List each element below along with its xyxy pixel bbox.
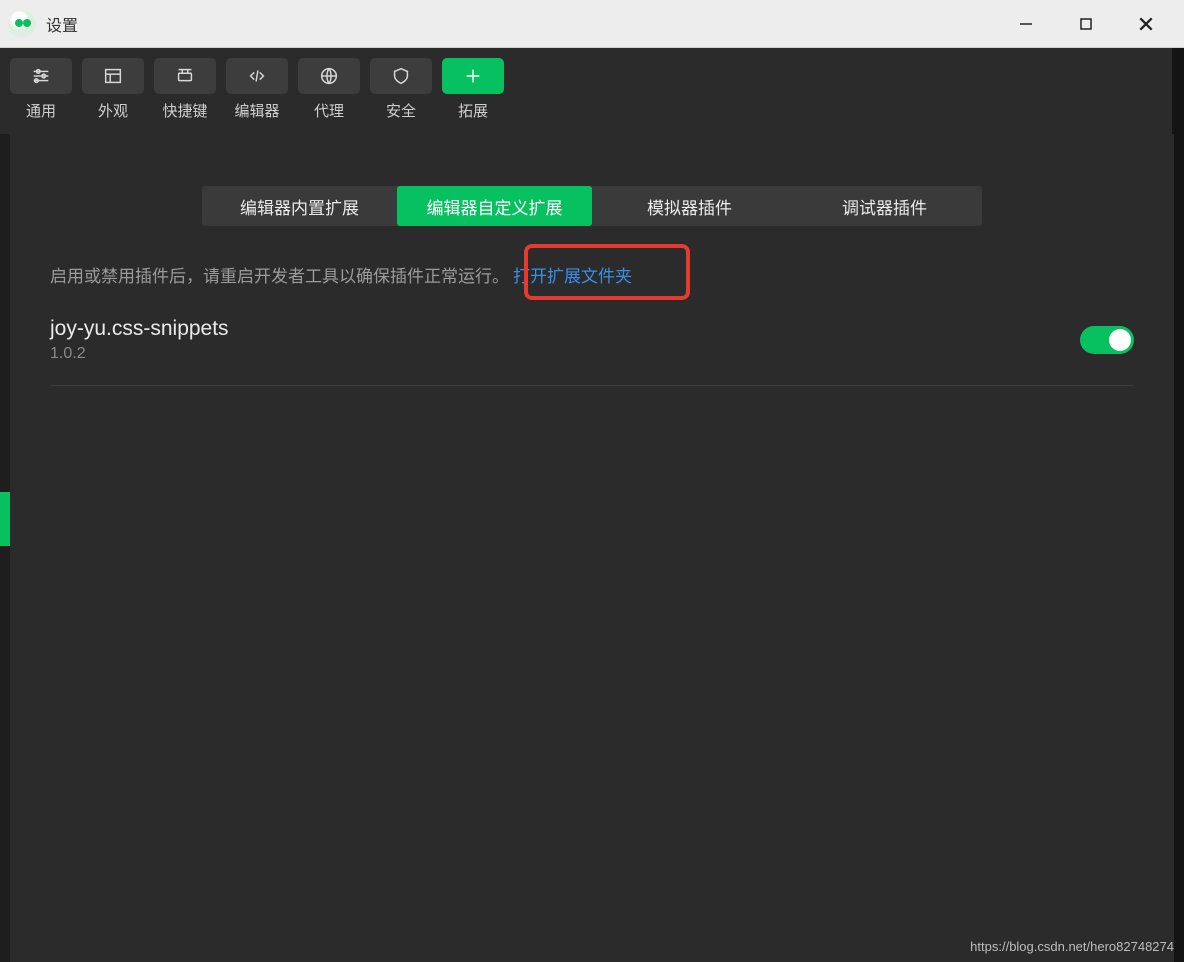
- minimize-icon: [1019, 17, 1033, 31]
- tab-general[interactable]: 通用: [10, 58, 72, 121]
- content-pane: 编辑器内置扩展 编辑器自定义扩展 模拟器插件 调试器插件 启用或禁用插件后，请重…: [10, 134, 1174, 962]
- tab-editor[interactable]: 编辑器: [226, 58, 288, 121]
- close-button[interactable]: [1116, 0, 1176, 48]
- hint-row: 启用或禁用插件后，请重启开发者工具以确保插件正常运行。 打开扩展文件夹: [50, 262, 1134, 287]
- shield-icon: [370, 58, 432, 94]
- keyboard-icon: [154, 58, 216, 94]
- tab-label: 安全: [386, 100, 416, 121]
- tab-label: 编辑器: [234, 100, 279, 121]
- minimize-button[interactable]: [996, 0, 1056, 48]
- subtab-custom[interactable]: 编辑器自定义扩展: [397, 186, 592, 226]
- layout-icon: [82, 58, 144, 94]
- sliders-icon: [10, 58, 72, 94]
- tab-proxy[interactable]: 代理: [298, 58, 360, 121]
- subtab-builtin[interactable]: 编辑器内置扩展: [202, 186, 397, 226]
- maximize-button[interactable]: [1056, 0, 1116, 48]
- maximize-icon: [1079, 17, 1093, 31]
- plus-icon: [442, 58, 504, 94]
- window-title: 设置: [46, 12, 78, 36]
- toggle-knob: [1109, 329, 1131, 351]
- tab-label: 代理: [314, 100, 344, 121]
- tab-label: 外观: [98, 100, 128, 121]
- titlebar: 设置: [0, 0, 1184, 48]
- tab-shortcuts[interactable]: 快捷键: [154, 58, 216, 121]
- watermark-text: https://blog.csdn.net/hero82748274: [970, 939, 1174, 954]
- subtabs: 编辑器内置扩展 编辑器自定义扩展 模拟器插件 调试器插件: [202, 186, 982, 226]
- extension-row: joy-yu.css-snippets 1.0.2: [50, 317, 1134, 386]
- extension-version: 1.0.2: [50, 345, 229, 363]
- tab-label: 通用: [26, 100, 56, 121]
- subtab-debugger[interactable]: 调试器插件: [787, 186, 982, 226]
- open-extensions-folder-link[interactable]: 打开扩展文件夹: [513, 262, 632, 287]
- tab-security[interactable]: 安全: [370, 58, 432, 121]
- globe-icon: [298, 58, 360, 94]
- close-icon: [1138, 16, 1154, 32]
- tab-label: 拓展: [458, 100, 488, 121]
- extension-name: joy-yu.css-snippets: [50, 317, 229, 341]
- code-icon: [226, 58, 288, 94]
- extension-toggle[interactable]: [1080, 326, 1134, 354]
- tab-label: 快捷键: [162, 100, 207, 121]
- app-icon: [8, 10, 36, 38]
- tab-extensions[interactable]: 拓展: [442, 58, 504, 121]
- subtab-simulator[interactable]: 模拟器插件: [592, 186, 787, 226]
- tab-appearance[interactable]: 外观: [82, 58, 144, 121]
- toolbar: 通用 外观 快捷键 编辑器 代理 安全 拓展: [0, 48, 1184, 134]
- hint-text: 启用或禁用插件后，请重启开发者工具以确保插件正常运行。: [50, 262, 509, 287]
